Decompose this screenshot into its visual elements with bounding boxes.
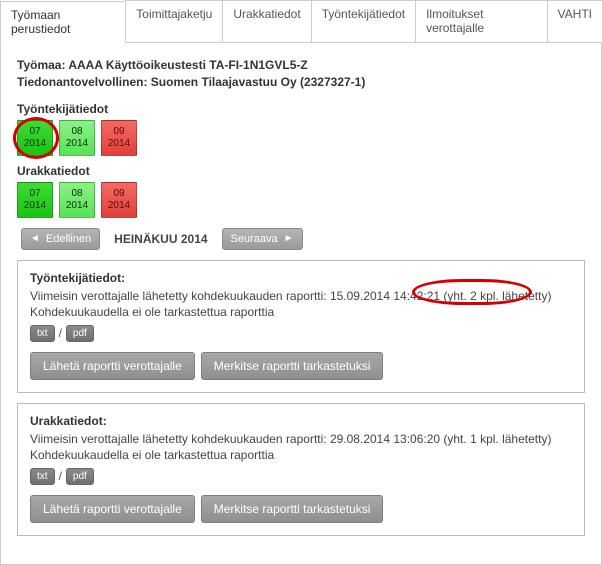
- site-header: Työmaa: AAAA Käyttöoikeustesti TA-FI-1N1…: [17, 57, 585, 92]
- prev-label: Edellinen: [46, 233, 91, 245]
- line-pre: Viimeisin verottajalle lähetetty kohdeku…: [30, 432, 551, 446]
- main-panel: Työmaa: AAAA Käyttöoikeustesti TA-FI-1N1…: [0, 43, 602, 565]
- tab-4[interactable]: Ilmoitukset verottajalle: [415, 0, 547, 42]
- tile-year: 2014: [108, 201, 130, 211]
- tile-month: 07: [29, 127, 40, 137]
- box-title: Urakkatiedot:: [30, 414, 572, 428]
- tab-0[interactable]: Työmaan perustiedot: [0, 1, 126, 43]
- format-row: txt / pdf: [30, 468, 572, 485]
- month-tile[interactable]: 08 2014: [59, 182, 95, 218]
- next-button[interactable]: Seuraava ►: [222, 228, 303, 250]
- month-tile[interactable]: 09 2014: [101, 182, 137, 218]
- tile-year: 2014: [24, 139, 46, 149]
- prev-button[interactable]: ◄ Edellinen: [21, 228, 100, 250]
- slash-icon: /: [59, 469, 62, 483]
- tile-year: 2014: [66, 139, 88, 149]
- report-box-0: Työntekijätiedot: Viimeisin verottajalle …: [17, 260, 585, 393]
- worker-section-label: Työntekijätiedot: [17, 102, 585, 116]
- tile-year: 2014: [108, 139, 130, 149]
- chevron-right-icon: ►: [284, 233, 294, 244]
- box-line-2: Kohdekuukaudella ei ole tarkastettua rap…: [30, 305, 572, 319]
- month-tile[interactable]: 07 2014: [17, 182, 53, 218]
- tab-5[interactable]: VAHTI: [547, 0, 602, 42]
- send-report-button[interactable]: Lähetä raportti verottajalle: [30, 352, 195, 380]
- mark-reviewed-button[interactable]: Merkitse raportti tarkastetuksi: [201, 352, 384, 380]
- tile-month: 09: [113, 189, 124, 199]
- pdf-button[interactable]: pdf: [66, 325, 94, 342]
- mark-reviewed-button[interactable]: Merkitse raportti tarkastetuksi: [201, 495, 384, 523]
- sent-count: yht. 2 kpl. lähetetty: [447, 289, 547, 303]
- tile-month: 07: [29, 189, 40, 199]
- next-label: Seuraava: [231, 233, 278, 245]
- send-report-button[interactable]: Lähetä raportti verottajalle: [30, 495, 195, 523]
- site-subtitle: Tiedonantovelvollinen: Suomen Tilaajavas…: [17, 74, 585, 91]
- box-line-1: Viimeisin verottajalle lähetetty kohdeku…: [30, 432, 572, 446]
- month-tile[interactable]: 08 2014: [59, 120, 95, 156]
- month-tile[interactable]: 07 2014: [17, 120, 53, 156]
- pdf-button[interactable]: pdf: [66, 468, 94, 485]
- tab-3[interactable]: Työntekijätiedot: [311, 0, 416, 42]
- tab-bar: Työmaan perustiedotToimittajaketjuUrakka…: [0, 0, 602, 43]
- tab-1[interactable]: Toimittajaketju: [125, 0, 223, 42]
- worker-tiles: 07 2014 08 2014 09 2014: [17, 120, 585, 156]
- current-month: HEINÄKUU 2014: [114, 232, 207, 246]
- tile-year: 2014: [24, 201, 46, 211]
- txt-button[interactable]: txt: [30, 325, 55, 342]
- contract-tiles: 07 2014 08 2014 09 2014: [17, 182, 585, 218]
- chevron-left-icon: ◄: [30, 233, 40, 244]
- txt-button[interactable]: txt: [30, 468, 55, 485]
- format-row: txt / pdf: [30, 325, 572, 342]
- box-title: Työntekijätiedot:: [30, 271, 572, 285]
- line-post: ): [547, 289, 551, 303]
- site-title: Työmaa: AAAA Käyttöoikeustesti TA-FI-1N1…: [17, 57, 585, 74]
- tile-year: 2014: [66, 201, 88, 211]
- month-tile[interactable]: 09 2014: [101, 120, 137, 156]
- month-nav: ◄ Edellinen HEINÄKUU 2014 Seuraava ►: [21, 228, 585, 250]
- box-line-2: Kohdekuukaudella ei ole tarkastettua rap…: [30, 448, 572, 462]
- box-line-1: Viimeisin verottajalle lähetetty kohdeku…: [30, 289, 572, 303]
- line-pre: Viimeisin verottajalle lähetetty kohdeku…: [30, 289, 447, 303]
- report-box-1: Urakkatiedot: Viimeisin verottajalle lähe…: [17, 403, 585, 536]
- slash-icon: /: [59, 326, 62, 340]
- tile-month: 08: [71, 189, 82, 199]
- tile-month: 08: [71, 127, 82, 137]
- tile-month: 09: [113, 127, 124, 137]
- tab-2[interactable]: Urakkatiedot: [222, 0, 311, 42]
- contract-section-label: Urakkatiedot: [17, 164, 585, 178]
